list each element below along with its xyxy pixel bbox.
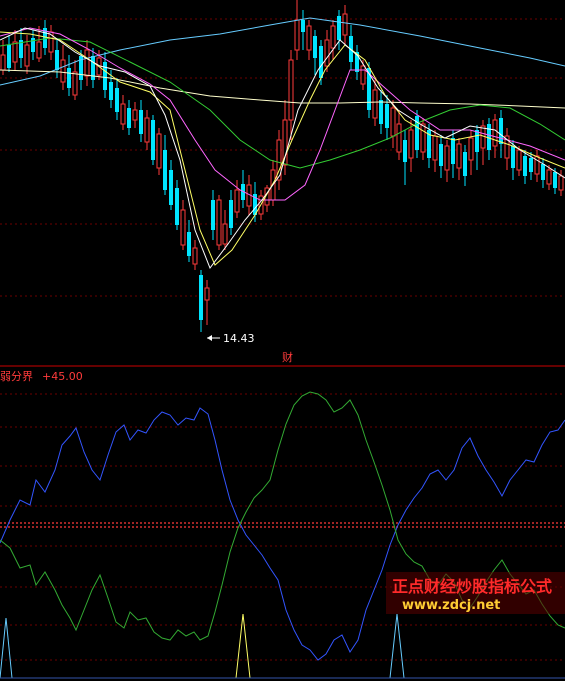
- candle-down: [109, 82, 113, 100]
- candle-up: [36, 41, 42, 59]
- candle-down: [439, 144, 443, 166]
- candle-down: [211, 200, 215, 230]
- candle-down: [169, 170, 173, 205]
- candle-down: [67, 68, 71, 88]
- candle-down: [529, 158, 533, 172]
- indicator-header-label: 弱分界: [0, 370, 33, 383]
- candle-up: [216, 199, 222, 246]
- candle-up: [12, 41, 18, 63]
- chart-canvas: 14.43 财 弱分界 +45.00 正点财经炒股指标公式 www.zdcj.n…: [0, 0, 565, 681]
- event-marker[interactable]: 财: [282, 350, 293, 364]
- candle-up: [120, 103, 126, 125]
- watermark: 正点财经炒股指标公式 www.zdcj.net: [386, 572, 565, 614]
- candle-up: [24, 44, 30, 67]
- candle-up: [558, 175, 564, 191]
- candle-up: [192, 247, 198, 265]
- candle-up: [444, 145, 450, 171]
- candle-up: [432, 135, 438, 161]
- candle-up: [396, 123, 402, 153]
- candle-up: [456, 143, 462, 169]
- candle-down: [313, 36, 317, 58]
- min-price-label: 14.43: [223, 332, 255, 345]
- candle-up: [72, 71, 78, 96]
- candle-down: [499, 118, 503, 144]
- candle-up: [342, 13, 348, 36]
- candle-up: [492, 119, 498, 147]
- candle-up: [84, 49, 90, 77]
- candle-up: [222, 223, 228, 245]
- candle-up: [420, 123, 426, 153]
- indicator-header-value: +45.00: [42, 370, 83, 383]
- candle-down: [151, 120, 155, 160]
- candle-up: [180, 209, 186, 246]
- watermark-title: 正点财经炒股指标公式: [392, 577, 552, 596]
- candle-down: [463, 152, 467, 176]
- candle-up: [390, 107, 396, 137]
- candle-down: [451, 138, 455, 164]
- candle-down: [103, 62, 107, 90]
- candle-down: [199, 275, 203, 320]
- candle-down: [553, 172, 557, 188]
- candle-up: [372, 89, 378, 119]
- candle-down: [337, 16, 341, 40]
- candle-down: [487, 124, 491, 150]
- candle-up: [156, 133, 162, 169]
- candle-down: [541, 164, 545, 180]
- candle-down: [511, 146, 515, 168]
- candle-down: [175, 188, 179, 225]
- candle-down: [403, 140, 407, 162]
- candle-up: [516, 149, 522, 171]
- candle-down: [319, 46, 323, 78]
- candle-up: [288, 59, 294, 121]
- candle-up: [132, 109, 138, 121]
- candle-down: [127, 108, 131, 128]
- candle-up: [144, 117, 150, 143]
- candle-up: [294, 19, 300, 51]
- candle-down: [55, 50, 59, 70]
- candle-up: [306, 25, 312, 51]
- candle-down: [229, 200, 233, 228]
- candle-down: [301, 20, 305, 32]
- watermark-url: www.zdcj.net: [402, 598, 500, 613]
- candle-down: [115, 88, 119, 112]
- candle-down: [7, 45, 11, 68]
- candle-up: [324, 39, 330, 67]
- candle-up: [468, 137, 474, 161]
- candle-down: [475, 130, 479, 152]
- candle-down: [523, 156, 527, 176]
- candle-up: [546, 169, 552, 185]
- candle-up: [234, 189, 240, 213]
- candle-up: [60, 59, 66, 83]
- stock-chart-window: 14.43 财 弱分界 +45.00 正点财经炒股指标公式 www.zdcj.n…: [0, 0, 565, 681]
- candle-down: [139, 110, 143, 134]
- candle-up: [204, 287, 210, 301]
- candle-up: [408, 129, 414, 159]
- candle-up: [534, 155, 540, 175]
- candle-up: [0, 54, 6, 71]
- candle-down: [385, 104, 389, 128]
- candle-down: [163, 150, 167, 190]
- candle-up: [330, 25, 336, 49]
- candle-up: [360, 65, 366, 85]
- candle-up: [480, 125, 486, 149]
- candle-down: [379, 100, 383, 124]
- candle-down: [187, 232, 191, 256]
